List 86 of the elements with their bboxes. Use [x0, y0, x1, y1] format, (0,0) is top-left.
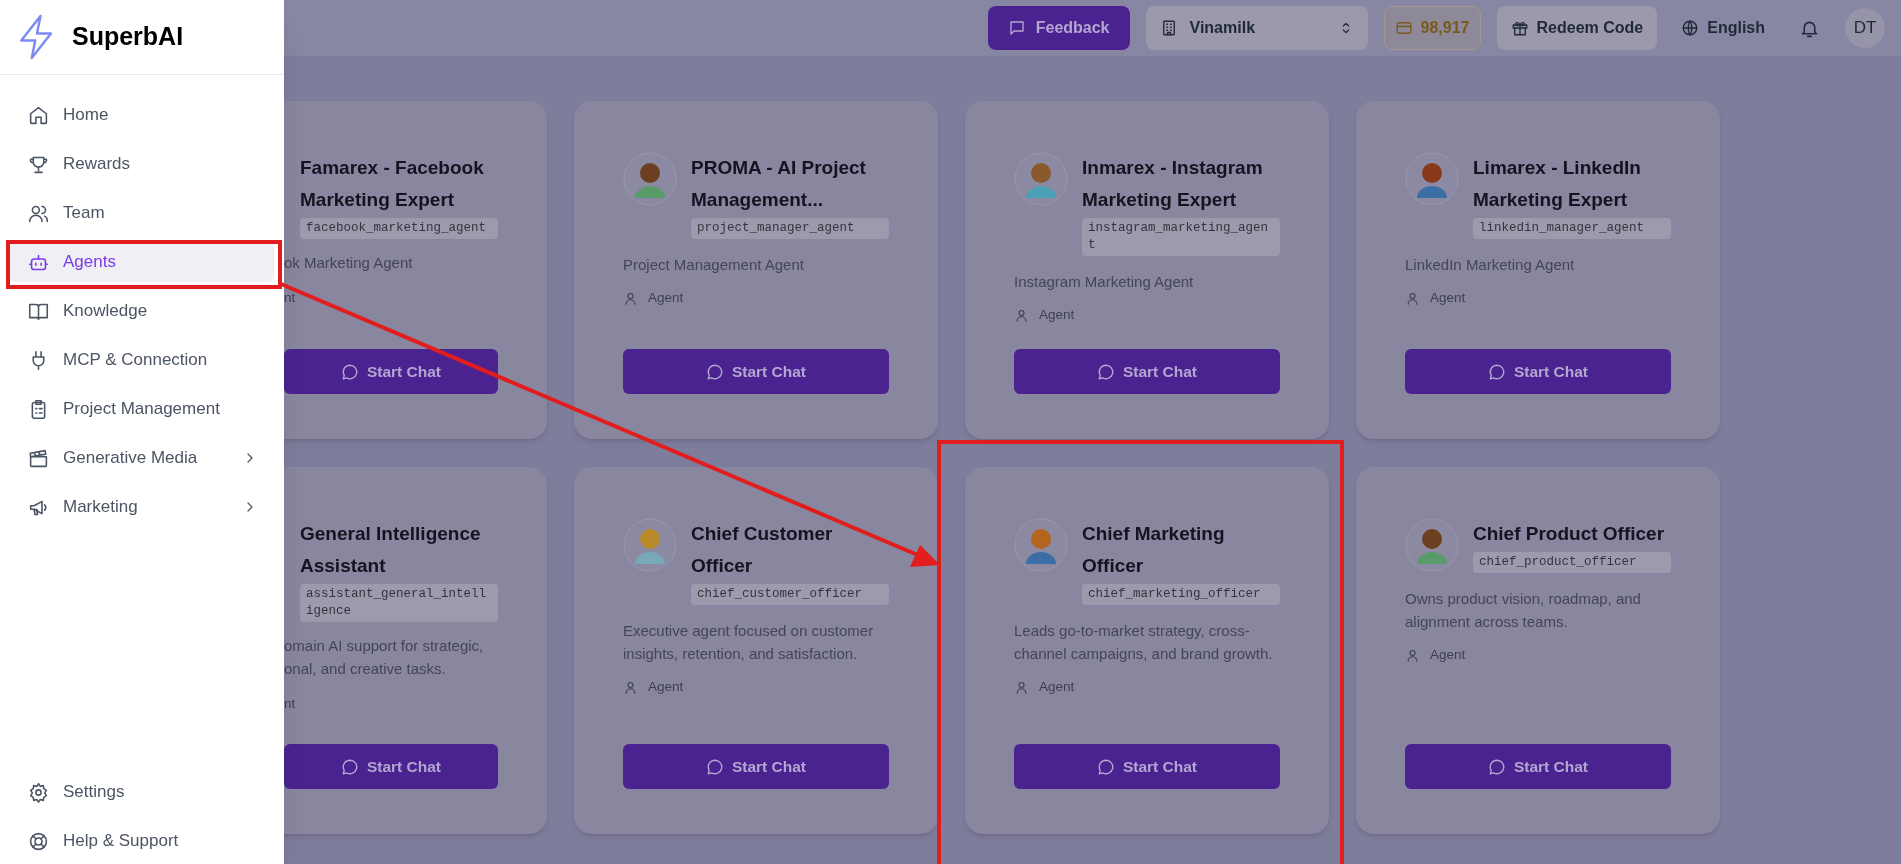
chat-bubble-icon	[705, 362, 724, 381]
person-icon	[623, 679, 638, 695]
avatar	[1014, 518, 1068, 572]
person-icon	[1014, 307, 1029, 323]
agent-title: Chief Product Officer	[1473, 522, 1666, 546]
agent-role: nt	[284, 289, 296, 307]
agent-description: onal, and creative tasks.	[284, 659, 447, 679]
agent-description: Instagram Marketing Agent	[1014, 272, 1195, 292]
agent-title: Famarex - Facebook Marketing Expert	[300, 156, 485, 212]
agent-title: Chief Marketing Officer	[1082, 522, 1226, 578]
language-button[interactable]: English	[1673, 6, 1773, 50]
person-icon	[1405, 290, 1420, 306]
redeem-code-button[interactable]: Redeem Code	[1496, 6, 1658, 50]
agent-title: Limarex - LinkedIn Marketing Expert	[1473, 156, 1642, 212]
sidebar-item[interactable]: Marketing	[10, 487, 274, 527]
sidebar-item[interactable]: Help & Support	[10, 821, 274, 861]
agent-role: Agent	[648, 289, 684, 307]
avatar	[1405, 518, 1459, 572]
start-chat-button[interactable]: Start Chat	[1014, 744, 1280, 789]
app-logo-text: SuperbAI	[72, 21, 184, 53]
agent-description: Owns product vision, roadmap, and alignment across teams.	[1405, 589, 1642, 632]
agent-description: Leads go-to-market strategy, cross-channel campaigns, and brand growth.	[1014, 621, 1274, 664]
agent-description: omain AI support for strategic,	[284, 636, 485, 656]
sidebar-item[interactable]: Agents	[10, 242, 274, 282]
agent-description: LinkedIn Marketing Agent	[1405, 255, 1576, 275]
avatar	[1014, 152, 1068, 206]
agent-id-tag: chief_customer_officer	[691, 584, 889, 605]
agent-id-tag: facebook_marketing_agent	[300, 218, 498, 239]
chat-bubble-icon	[1007, 19, 1026, 37]
agent-role: Agent	[1430, 646, 1466, 664]
start-chat-button[interactable]: Start Chat	[623, 349, 889, 394]
clapperboard-icon	[28, 447, 49, 469]
agent-description: ok Marketing Agent	[284, 253, 414, 273]
agent-title: Chief Customer Officer	[691, 522, 834, 578]
chat-bubble-icon	[340, 362, 359, 381]
start-chat-button[interactable]: Start Chat	[284, 744, 498, 789]
workspace-select[interactable]: Vinamilk	[1145, 6, 1368, 50]
sidebar-item[interactable]: Team	[10, 193, 274, 233]
chat-bubble-icon	[1096, 757, 1115, 776]
start-chat-button[interactable]: Start Chat	[284, 349, 498, 394]
user-avatar[interactable]: DT	[1845, 8, 1885, 48]
agent-id-tag: chief_product_officer	[1473, 552, 1671, 573]
agent-description: Executive agent focused on customer insights, retention, and satisfaction.	[623, 621, 875, 664]
home-icon	[28, 104, 49, 126]
agent-role: nt	[284, 695, 296, 713]
agent-role: Agent	[1430, 289, 1466, 307]
start-chat-button[interactable]: Start Chat	[623, 744, 889, 789]
agent-role: Agent	[1039, 306, 1075, 324]
start-chat-button[interactable]: Start Chat	[1014, 349, 1280, 394]
agent-title: Inmarex - Instagram Marketing Expert	[1082, 156, 1264, 212]
globe-icon	[1681, 19, 1700, 37]
person-icon	[623, 290, 638, 306]
agent-role: Agent	[648, 678, 684, 696]
sidebar-item[interactable]: Home	[10, 95, 274, 135]
agent-id-tag: linkedin_manager_agent	[1473, 218, 1671, 239]
agent-description: Project Management Agent	[623, 255, 805, 275]
chat-bubble-icon	[1096, 362, 1115, 381]
agent-id-tag: instagram_marketing_agent	[1082, 218, 1280, 256]
chat-bubble-icon	[1487, 362, 1506, 381]
chat-bubble-icon	[1487, 757, 1506, 776]
chat-bubble-icon	[705, 757, 724, 776]
sidebar-item[interactable]: Rewards	[10, 144, 274, 184]
agent-title: General Intelligence Assistant	[300, 522, 482, 578]
person-icon	[1014, 679, 1029, 695]
settings-icon	[28, 781, 49, 803]
agent-id-tag: assistant_general_intelligence	[300, 584, 498, 622]
agent-role: Agent	[1039, 678, 1075, 696]
avatar	[1405, 152, 1459, 206]
sidebar-item[interactable]: Settings	[10, 772, 274, 812]
sidebar-item[interactable]: Knowledge	[10, 291, 274, 331]
agent-id-tag: chief_marketing_officer	[1082, 584, 1280, 605]
sidebar-item[interactable]: Generative Media	[10, 438, 274, 478]
gift-icon	[1510, 19, 1529, 37]
agent-title: PROMA - AI Project Management...	[691, 156, 867, 212]
start-chat-button[interactable]: Start Chat	[1405, 349, 1671, 394]
chat-bubble-icon	[340, 757, 359, 776]
person-icon	[1405, 647, 1420, 663]
agent-id-tag: project_manager_agent	[691, 218, 889, 239]
sidebar-item[interactable]: MCP & Connection	[10, 340, 274, 380]
card-icon	[1394, 19, 1413, 37]
avatar	[623, 152, 677, 206]
sidebar-item[interactable]: Project Management	[10, 389, 274, 429]
start-chat-button[interactable]: Start Chat	[1405, 744, 1671, 789]
lifebuoy-icon	[28, 830, 49, 852]
feedback-button[interactable]: Feedback	[987, 6, 1130, 50]
avatar	[623, 518, 677, 572]
